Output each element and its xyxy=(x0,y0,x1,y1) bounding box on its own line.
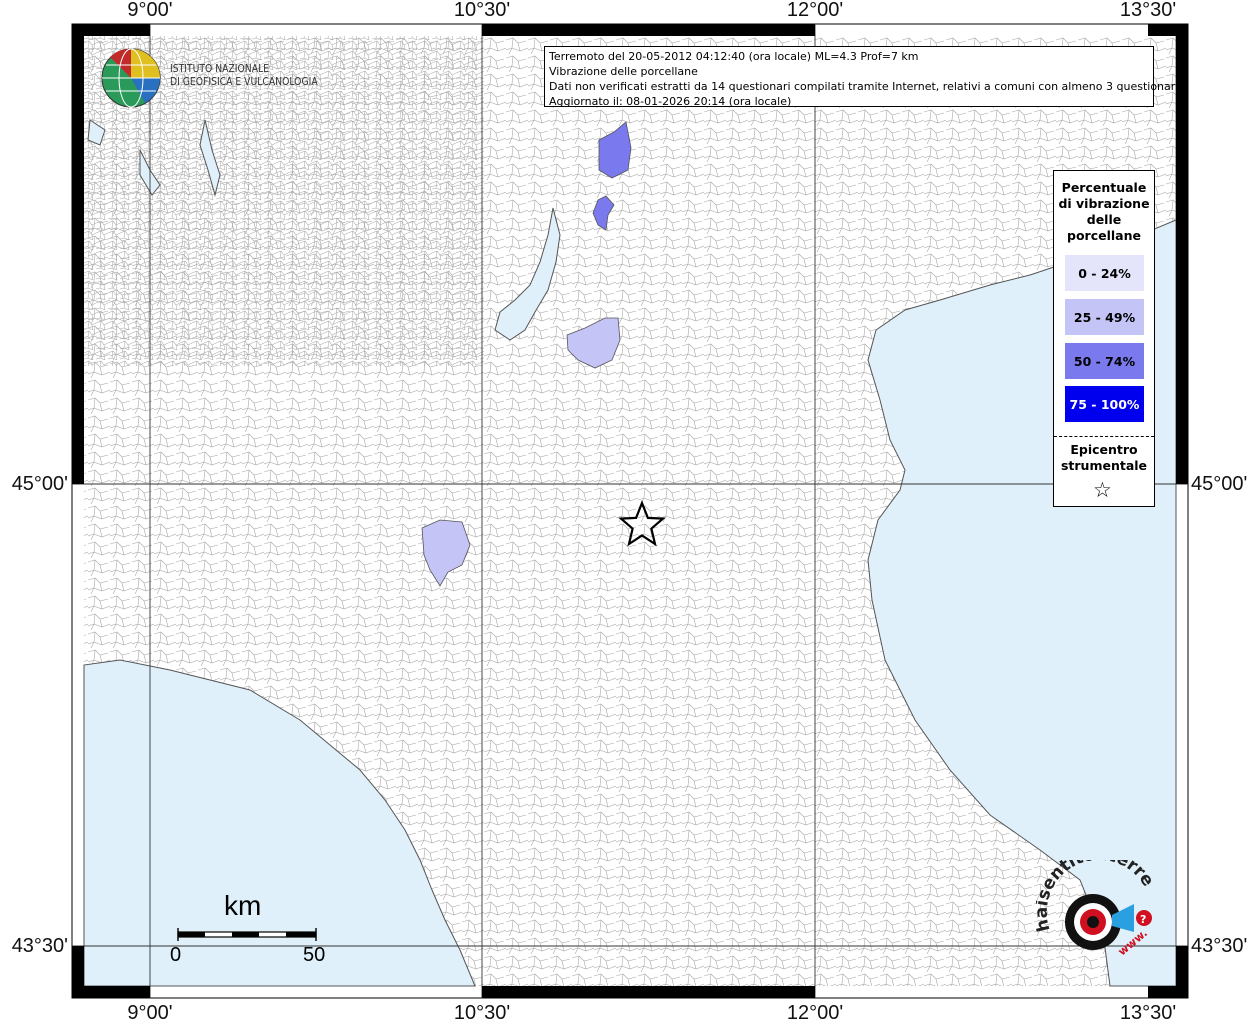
legend-epicenter-label: Epicentro strumentale xyxy=(1054,442,1154,474)
lon-tick-top-2: 10°30' xyxy=(453,0,511,21)
lat-tick-left-2: 43°30' xyxy=(11,935,68,957)
legend-class-75-100: 75 - 100% xyxy=(1065,386,1144,422)
update-time: Aggiornato il: 08-01-2026 20:14 (ora loc… xyxy=(549,95,792,108)
svg-text:?: ? xyxy=(1140,913,1146,926)
legend: Percentuale di vibrazione delle porcella… xyxy=(1053,170,1155,507)
legend-class-0-24: 0 - 24% xyxy=(1065,255,1144,291)
legend-title: Percentuale di vibrazione delle porcella… xyxy=(1054,180,1154,244)
legend-epicenter-line2: strumentale xyxy=(1060,458,1148,473)
ingv-name: ISTITUTO NAZIONALE DI GEOFISICA E VULCAN… xyxy=(170,63,318,89)
scale-end: 50 xyxy=(303,944,326,966)
map-area xyxy=(83,36,1177,987)
lon-tick-top-3: 12°00' xyxy=(786,0,844,21)
lat-tick-right-1: 45°00' xyxy=(1191,473,1248,495)
lon-tick-top-4: 13°30' xyxy=(1119,0,1177,21)
lon-tick-bottom-2: 10°30' xyxy=(453,1002,511,1024)
lon-tick-bottom-4: 13°30' xyxy=(1119,1002,1177,1024)
map-subject: Vibrazione delle porcellane xyxy=(549,65,698,78)
legend-title-line1: Percentuale xyxy=(1061,180,1147,195)
legend-title-line2: di vibrazione xyxy=(1058,196,1150,211)
lon-tick-bottom-1: 9°00' xyxy=(127,1002,173,1024)
haisentito-logo: haisentitoilterremoto.it ? www. xyxy=(1036,860,1158,958)
scale-start: 0 xyxy=(170,944,182,966)
legend-class-25-49: 25 - 49% xyxy=(1065,299,1144,335)
legend-class-50-74: 50 - 74% xyxy=(1065,343,1144,379)
lat-tick-right-2: 43°30' xyxy=(1191,935,1248,957)
event-title: Terremoto del 20-05-2012 04:12:40 (ora l… xyxy=(549,50,919,63)
lon-tick-top-1: 9°00' xyxy=(127,0,173,21)
legend-star-icon: ☆ xyxy=(1093,478,1112,502)
legend-separator xyxy=(1054,436,1154,437)
lon-tick-bottom-3: 12°00' xyxy=(786,1002,844,1024)
scale-unit: km xyxy=(224,890,262,921)
legend-title-line3: delle xyxy=(1086,212,1122,227)
lat-tick-left-1: 45°00' xyxy=(11,473,68,495)
legend-epicenter-line1: Epicentro xyxy=(1070,442,1138,457)
legend-title-line4: porcellane xyxy=(1067,228,1141,243)
ingv-name-line1: ISTITUTO NAZIONALE xyxy=(170,63,270,75)
ingv-name-line2: DI GEOFISICA E VULCANOLOGIA xyxy=(170,76,318,88)
data-note: Dati non verificati estratti da 14 quest… xyxy=(549,80,1182,93)
event-info-box: Terremoto del 20-05-2012 04:12:40 (ora l… xyxy=(544,46,1182,108)
